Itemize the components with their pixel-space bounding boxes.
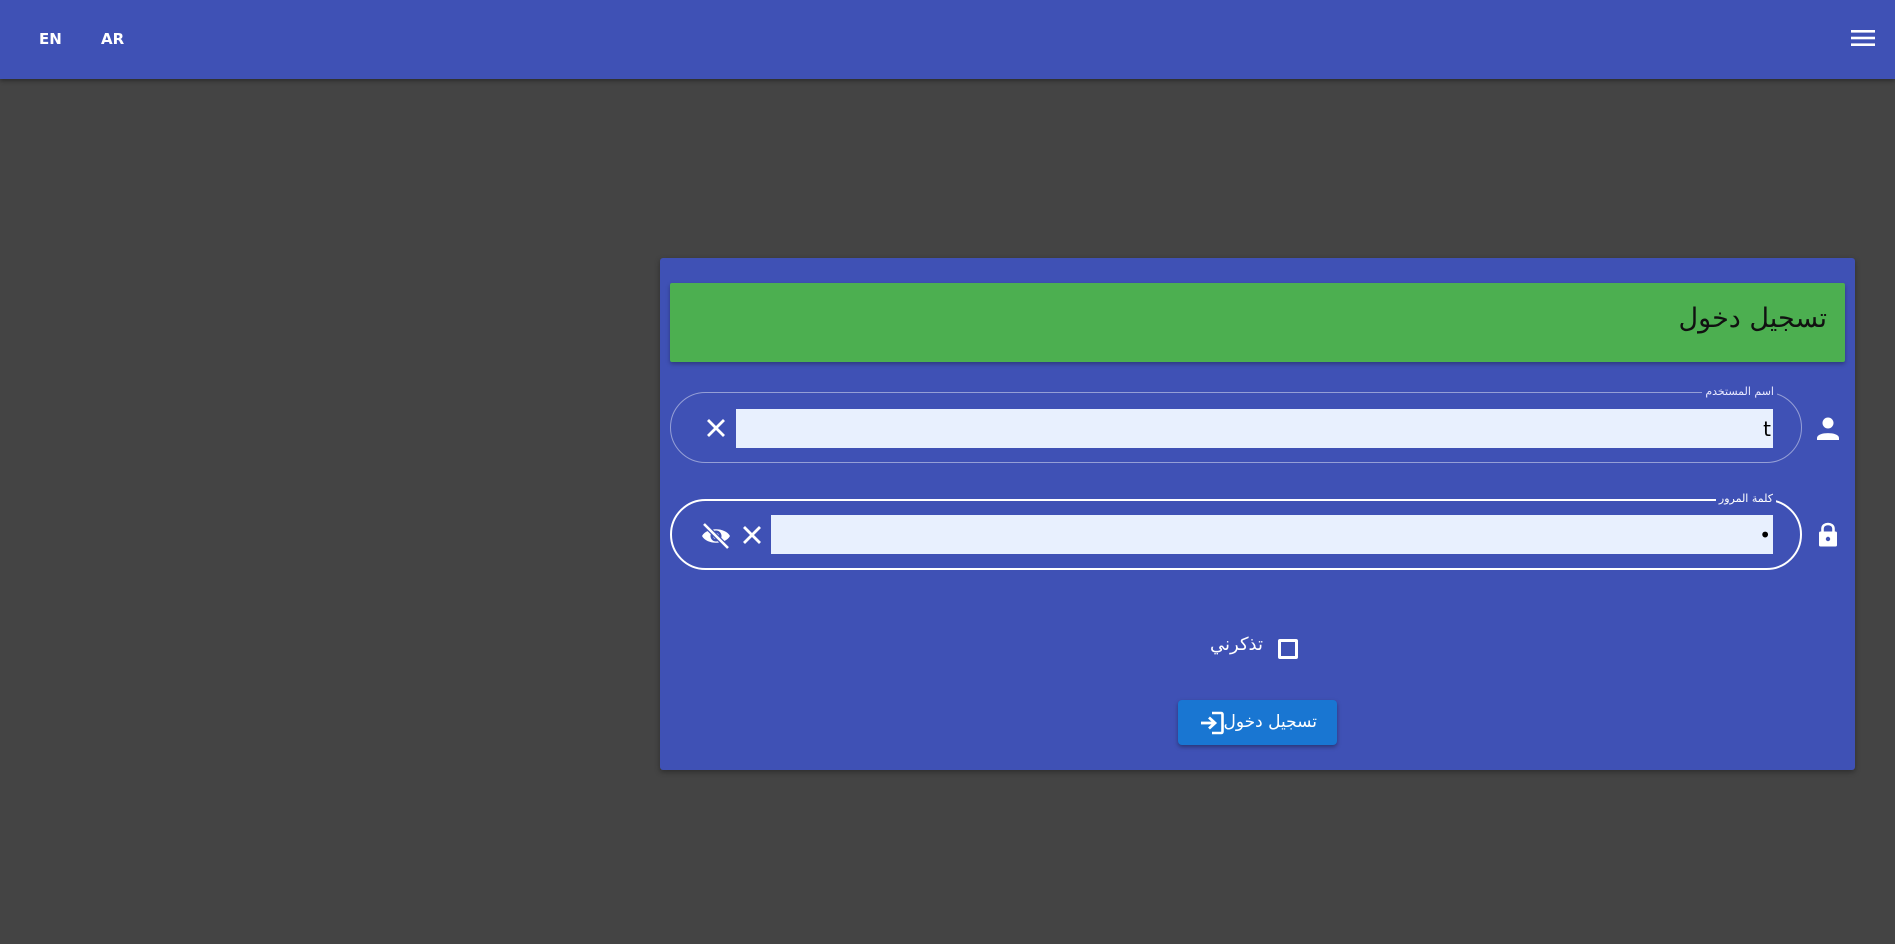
close-icon[interactable] [702,414,730,442]
password-label: كلمة المرور [1715,492,1776,506]
visibility-off-icon[interactable] [700,521,732,551]
hamburger-menu-icon[interactable] [1849,27,1877,49]
password-input[interactable] [771,515,1773,554]
top-app-bar: EN AR [0,0,1895,79]
page-title: تسجيل دخول [1678,303,1828,334]
password-field: كلمة المرور [670,492,1802,570]
remember-me-label: تذكرني [1210,634,1263,655]
login-card-header: تسجيل دخول [670,283,1845,362]
username-label: اسم المستخدم [1702,385,1777,399]
language-en-button[interactable]: EN [39,27,62,51]
remember-me-checkbox[interactable] [1275,636,1301,662]
username-field: اسم المستخدم [670,385,1802,463]
login-button-label: تسجيل دخول [1223,712,1318,732]
language-ar-button[interactable]: AR [101,27,124,51]
login-icon [1199,710,1225,736]
checkbox-box [1278,639,1298,659]
username-input[interactable] [736,409,1773,448]
login-button[interactable]: تسجيل دخول [1178,700,1337,745]
login-card: تسجيل دخول اسم المستخدم كلمة المرور [660,258,1855,770]
lock-icon [1814,519,1842,549]
person-icon [1814,413,1842,443]
close-icon[interactable] [738,521,766,549]
